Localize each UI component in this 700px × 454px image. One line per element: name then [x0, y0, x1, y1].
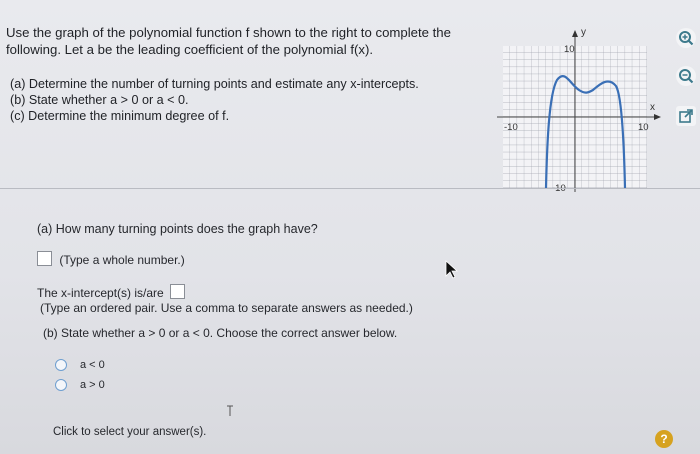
intercepts-prompt: The x-intercept(s) is/are	[37, 286, 164, 300]
y-axis-label: y	[581, 27, 586, 38]
x-axis-arrow	[654, 114, 661, 120]
x-tick-right: 10	[638, 122, 649, 133]
option-a-positive-label: a > 0	[80, 379, 105, 391]
zoom-out-button[interactable]	[676, 66, 696, 86]
zoom-in-icon	[679, 31, 694, 46]
external-link-icon	[679, 109, 693, 123]
footer-instruction: Click to select your answer(s).	[53, 426, 207, 438]
option-a-negative[interactable]: a < 0	[55, 359, 105, 371]
intercepts-input[interactable]	[170, 284, 186, 299]
intercepts-hint: (Type an ordered pair. Use a comma to se…	[40, 301, 413, 315]
part-a-text: (a) Determine the number of turning poin…	[10, 77, 419, 91]
zoom-in-button[interactable]	[676, 28, 696, 48]
text-cursor-icon	[227, 405, 233, 416]
help-button[interactable]: ?	[655, 430, 673, 448]
turning-points-answer-row: (Type a whole number.)	[37, 251, 185, 267]
problem-statement: Use the graph of the polynomial function…	[6, 24, 476, 58]
zoom-out-icon	[679, 69, 694, 84]
option-a-positive[interactable]: a > 0	[55, 379, 105, 391]
part-b-text: (b) State whether a > 0 or a < 0.	[10, 93, 189, 107]
option-a-positive-radio[interactable]	[55, 379, 67, 391]
help-icon: ?	[660, 432, 668, 446]
open-external-button[interactable]	[676, 106, 696, 126]
y-axis-arrow	[572, 30, 578, 37]
turning-points-prompt: (a) How many turning points does the gra…	[37, 222, 318, 236]
problem-parts: (a) Determine the number of turning poin…	[10, 76, 460, 124]
option-a-negative-radio[interactable]	[55, 359, 67, 371]
part-c-text: (c) Determine the minimum degree of f.	[10, 109, 230, 123]
x-axis-label: x	[650, 102, 655, 113]
intercepts-row: The x-intercept(s) is/are	[37, 284, 189, 300]
polynomial-graph: y x 10 -10 -10 10	[497, 27, 661, 194]
y-tick-top: 10	[564, 44, 575, 55]
x-tick-left: -10	[504, 122, 518, 133]
problem-line-1: Use the graph of the polynomial function…	[6, 25, 451, 40]
section-divider	[0, 188, 700, 189]
part-b-prompt: (b) State whether a > 0 or a < 0. Choose…	[43, 326, 398, 340]
option-a-negative-label: a < 0	[80, 359, 105, 371]
turning-points-hint: (Type a whole number.)	[59, 253, 185, 267]
mouse-cursor-icon	[445, 260, 459, 279]
problem-line-2: following. Let a be the leading coeffici…	[6, 42, 374, 57]
turning-points-input[interactable]	[37, 251, 52, 266]
